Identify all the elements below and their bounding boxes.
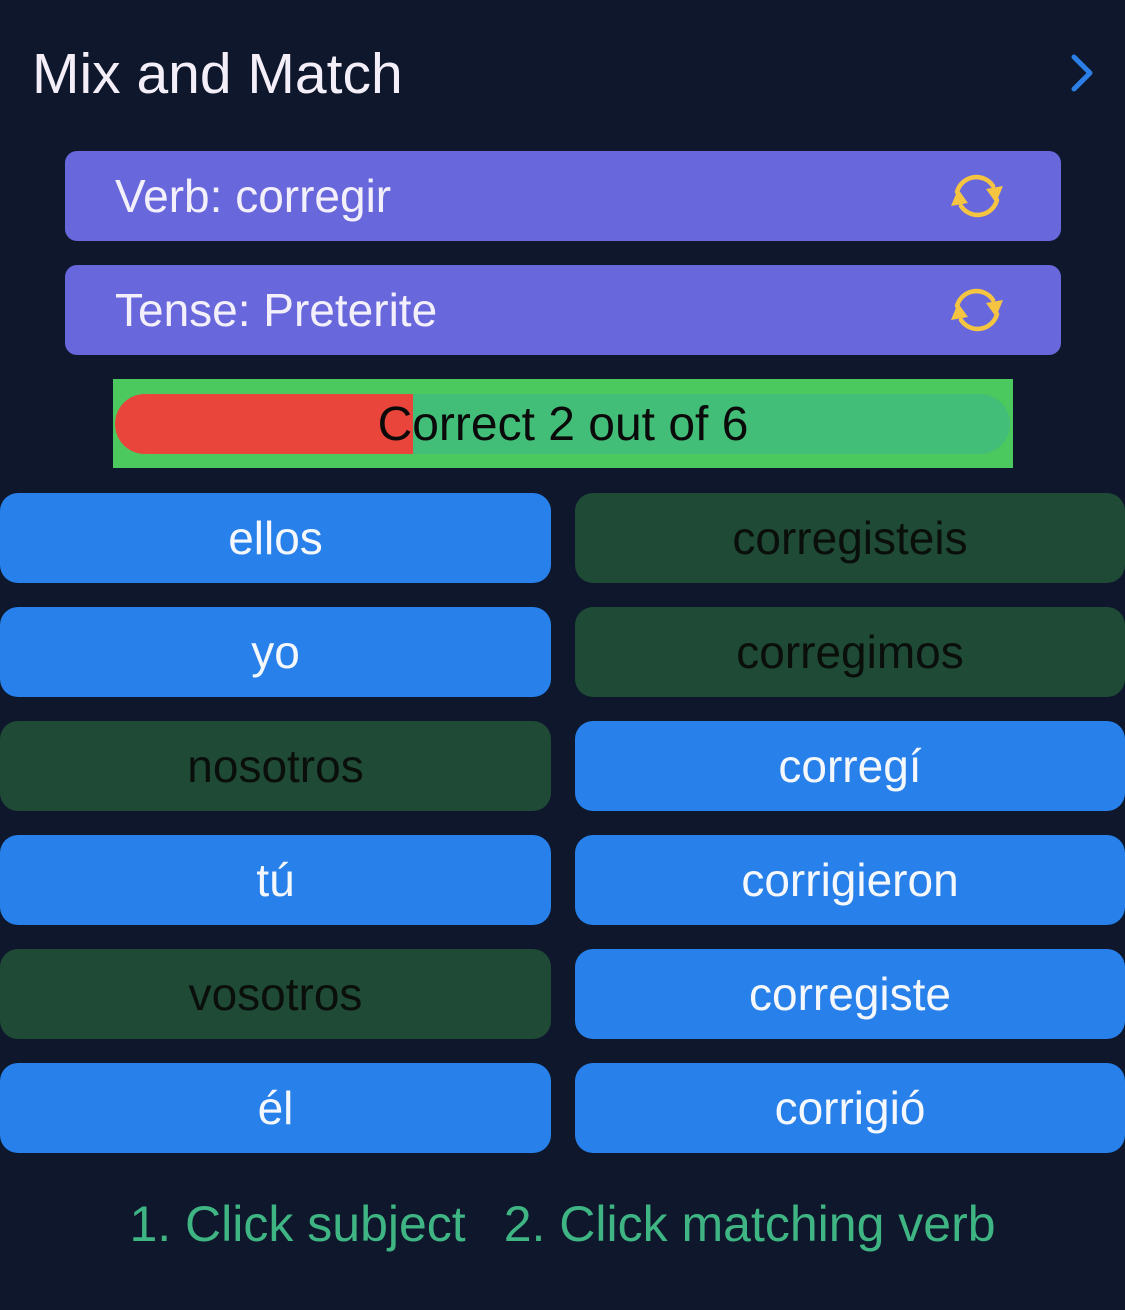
instruction-step-1: 1. Click subject	[129, 1196, 466, 1252]
instructions: 1. Click subject 2. Click matching verb	[0, 1192, 1125, 1256]
subject-tile[interactable]: ellos	[0, 493, 551, 583]
tense-selector[interactable]: Tense: Preterite	[65, 265, 1061, 355]
verb-tile[interactable]: corregí	[575, 721, 1125, 811]
subject-tile[interactable]: nosotros	[0, 721, 551, 811]
verb-selector-label: Verb: corregir	[115, 170, 392, 222]
subject-tile[interactable]: tú	[0, 835, 551, 925]
verb-tile[interactable]: corregimos	[575, 607, 1125, 697]
refresh-icon[interactable]	[945, 170, 1009, 222]
chevron-right-icon[interactable]	[1062, 50, 1102, 96]
verb-tile[interactable]: corregiste	[575, 949, 1125, 1039]
progress-text: Correct 2 out of 6	[377, 398, 749, 451]
page-title: Mix and Match	[32, 42, 403, 106]
tense-selector-label: Tense: Preterite	[115, 284, 438, 336]
refresh-icon[interactable]	[945, 284, 1009, 336]
verb-tile[interactable]: corrigió	[575, 1063, 1125, 1153]
progress-bar: Correct 2 out of 6	[113, 379, 1013, 468]
instruction-step-2: 2. Click matching verb	[503, 1196, 996, 1252]
verb-selector[interactable]: Verb: corregir	[65, 151, 1061, 241]
subject-tile[interactable]: vosotros	[0, 949, 551, 1039]
verb-tile[interactable]: corrigieron	[575, 835, 1125, 925]
subject-tile[interactable]: él	[0, 1063, 551, 1153]
verb-tile[interactable]: corregisteis	[575, 493, 1125, 583]
subject-tile[interactable]: yo	[0, 607, 551, 697]
